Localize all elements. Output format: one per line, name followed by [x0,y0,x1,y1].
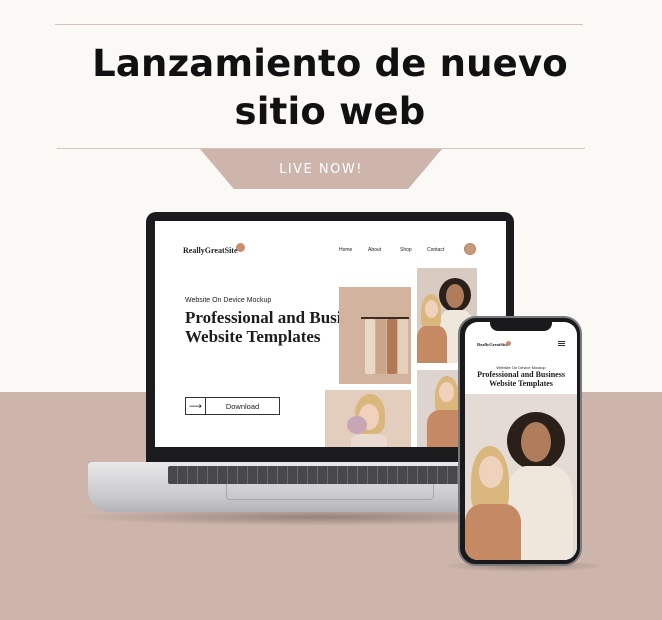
laptop-trackpad [226,484,434,500]
top-divider [55,24,583,25]
phone-site-title: Professional and Business Website Templa… [477,370,565,388]
download-button[interactable]: ⟶ Download [185,397,280,415]
phone-notch [490,322,552,331]
phone-hero-photo [465,394,577,560]
woman-flower-photo [325,390,411,447]
phone-screen: ReallyGreatSite Website On Device Mockup… [465,322,577,560]
laptop-nav-contact[interactable]: Contact [427,247,444,253]
avatar[interactable] [464,243,476,255]
headline: Lanzamiento de nuevo sitio web [92,42,568,133]
clothing-rack-photo [339,287,411,384]
phone-site-logo[interactable]: ReallyGreatSite [477,342,508,347]
laptop-site-subtitle: Website On Device Mockup [185,297,272,304]
arrow-right-icon: ⟶ [186,398,206,414]
laptop-nav-shop[interactable]: Shop [400,247,412,253]
hamburger-menu-icon[interactable] [558,341,565,346]
live-now-tag: LIVE NOW! [200,149,442,189]
download-button-label: Download [225,401,260,411]
laptop-site-logo[interactable]: ReallyGreatSite [183,246,238,255]
laptop-keyboard [168,466,494,484]
logo-dot-icon [506,341,511,346]
logo-dot-icon [236,243,245,252]
laptop-screen: ReallyGreatSite Home About Shop Contact … [155,221,506,447]
laptop-nav-home[interactable]: Home [339,247,352,253]
live-now-label: LIVE NOW! [279,161,363,177]
middle-divider [57,148,585,149]
laptop-nav-about[interactable]: About [368,247,381,253]
